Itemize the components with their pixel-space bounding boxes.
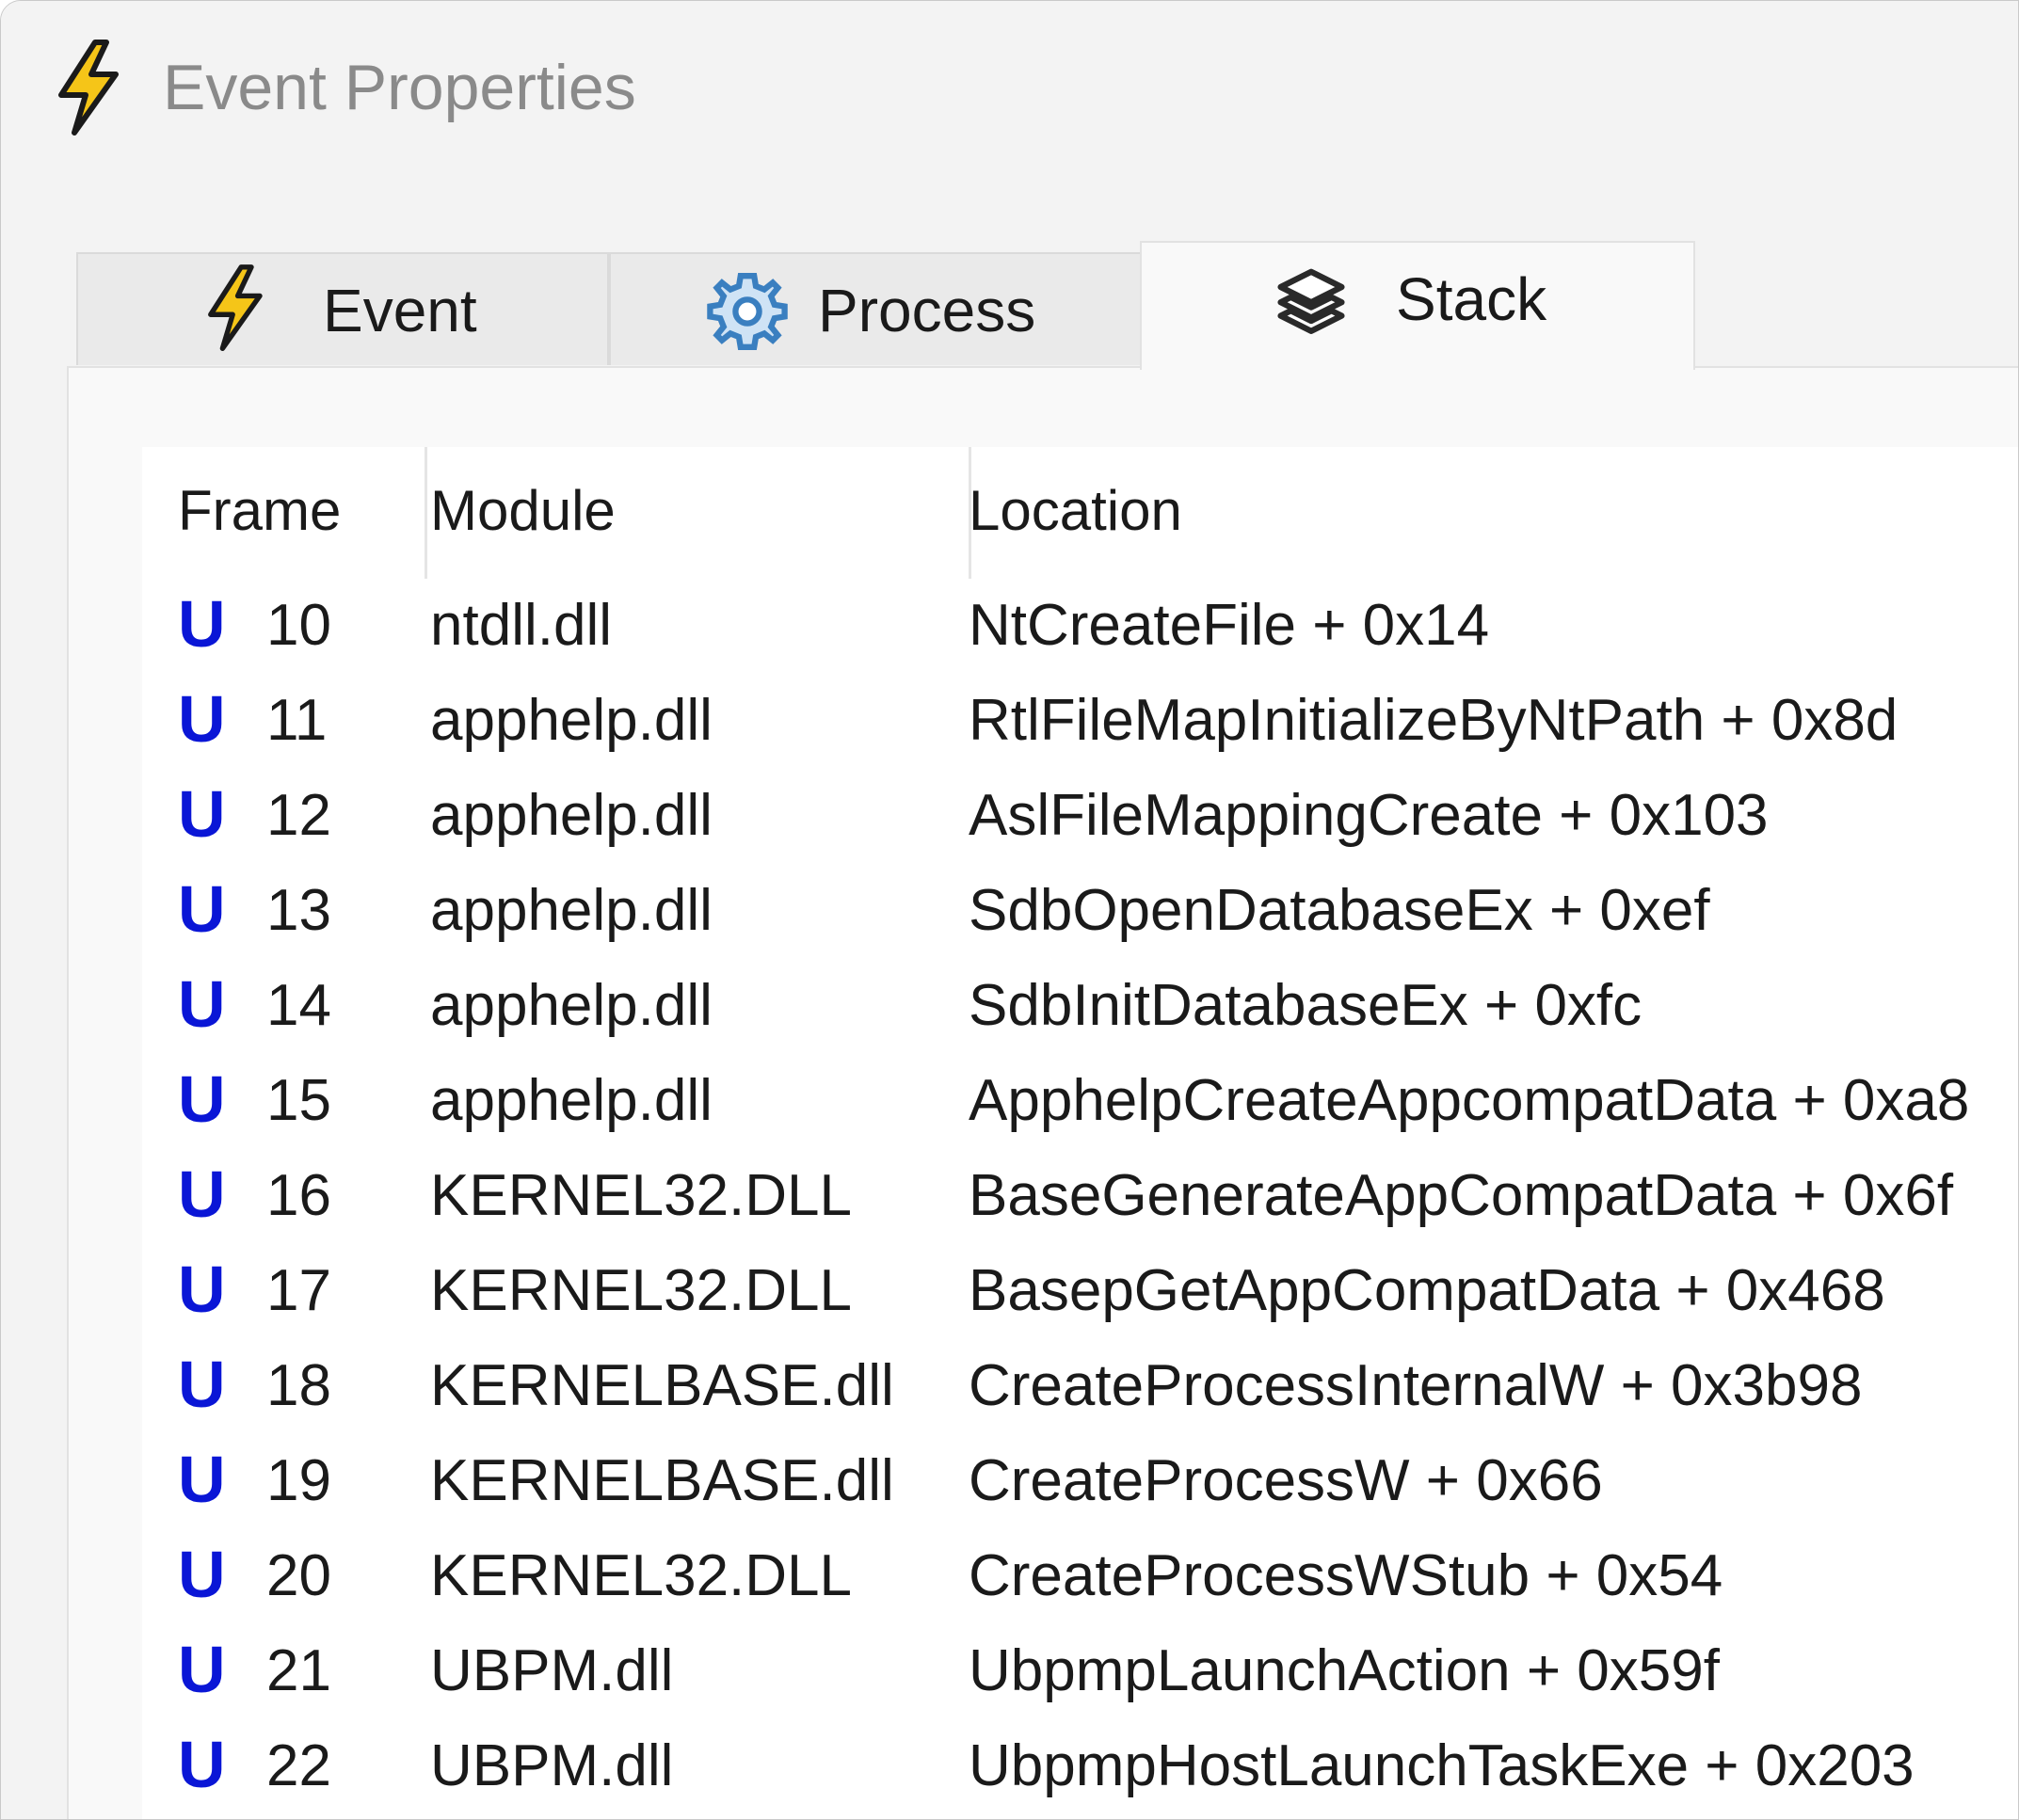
table-row[interactable]: U 19 KERNELBASE.dll CreateProcessW + 0x6…: [142, 1434, 2018, 1529]
column-header-frame[interactable]: Frame: [178, 475, 341, 547]
tab-stack[interactable]: Stack: [1140, 241, 1695, 370]
column-header-location[interactable]: Location: [969, 475, 1182, 547]
frame-number: 17: [266, 1258, 331, 1323]
user-mode-badge: U: [178, 1633, 226, 1706]
frame-number: 20: [266, 1543, 331, 1608]
module-name: KERNEL32.DLL: [430, 1258, 853, 1323]
location-text: BaseGenerateAppCompatData + 0x6f: [969, 1163, 1954, 1228]
module-name: apphelp.dll: [430, 973, 713, 1038]
table-row[interactable]: U 17 KERNEL32.DLL BasepGetAppCompatData …: [142, 1244, 2018, 1339]
module-name: apphelp.dll: [430, 688, 713, 753]
tab-process-label: Process: [818, 277, 1036, 344]
table-row[interactable]: U 12 apphelp.dll AslFileMappingCreate + …: [142, 769, 2018, 864]
event-properties-window: Event Properties Event Process Stack Fra…: [0, 0, 2019, 1820]
frame-number: 19: [266, 1448, 331, 1513]
user-mode-badge: U: [178, 1253, 226, 1326]
location-text: SdbInitDatabaseEx + 0xfc: [969, 973, 1642, 1038]
window-title: Event Properties: [163, 52, 636, 123]
module-name: KERNELBASE.dll: [430, 1448, 894, 1513]
table-row[interactable]: U 14 apphelp.dll SdbInitDatabaseEx + 0xf…: [142, 959, 2018, 1054]
location-text: BasepGetAppCompatData + 0x468: [969, 1258, 1885, 1323]
module-name: KERNEL32.DLL: [430, 1163, 853, 1228]
frame-number: 11: [266, 688, 328, 753]
module-name: KERNELBASE.dll: [430, 1353, 894, 1418]
location-text: CreateProcessInternalW + 0x3b98: [969, 1353, 1863, 1418]
table-row[interactable]: U 16 KERNEL32.DLL BaseGenerateAppCompatD…: [142, 1149, 2018, 1244]
tab-strip: Event Process Stack: [76, 241, 1695, 370]
user-mode-badge: U: [178, 1348, 226, 1421]
tab-event[interactable]: Event: [76, 252, 609, 365]
location-text: CreateProcessWStub + 0x54: [969, 1543, 1723, 1608]
tab-process[interactable]: Process: [609, 252, 1142, 365]
frame-number: 22: [266, 1733, 331, 1798]
frame-number: 10: [266, 593, 331, 658]
user-mode-badge: U: [178, 1157, 226, 1231]
stack-panel: Frame Module Location U 10 ntdll.dll NtC…: [67, 366, 2018, 1819]
location-text: NtCreateFile + 0x14: [969, 593, 1490, 658]
module-name: apphelp.dll: [430, 1068, 713, 1133]
gear-icon: [707, 273, 788, 350]
frame-number: 21: [266, 1638, 331, 1703]
column-header-module[interactable]: Module: [430, 475, 616, 547]
table-row[interactable]: U 15 apphelp.dll ApphelpCreateAppcompatD…: [142, 1054, 2018, 1149]
frame-number: 12: [266, 783, 331, 848]
location-text: ApphelpCreateAppcompatData + 0xa8: [969, 1068, 1970, 1133]
frame-number: 14: [266, 973, 331, 1038]
frame-number: 18: [266, 1353, 331, 1418]
location-text: AslFileMappingCreate + 0x103: [969, 783, 1769, 848]
location-text: UbpmpLaunchAction + 0x59f: [969, 1638, 1720, 1703]
table-row[interactable]: U 11 apphelp.dll RtlFileMapInitializeByN…: [142, 674, 2018, 769]
layers-icon: [1277, 268, 1345, 334]
user-mode-badge: U: [178, 872, 226, 946]
location-text: UbpmpHostLaunchTaskExe + 0x203: [969, 1733, 1915, 1798]
user-mode-badge: U: [178, 777, 226, 851]
table-row[interactable]: U 13 apphelp.dll SdbOpenDatabaseEx + 0xe…: [142, 864, 2018, 959]
user-mode-badge: U: [178, 1062, 226, 1136]
location-text: CreateProcessW + 0x66: [969, 1448, 1603, 1513]
table-row[interactable]: U 22 UBPM.dll UbpmpHostLaunchTaskExe + 0…: [142, 1719, 2018, 1814]
user-mode-badge: U: [178, 967, 226, 1041]
module-name: apphelp.dll: [430, 878, 713, 943]
lightning-icon: [208, 264, 263, 351]
location-text: RtlFileMapInitializeByNtPath + 0x8d: [969, 688, 1899, 753]
location-text: SdbOpenDatabaseEx + 0xef: [969, 878, 1710, 943]
module-name: ntdll.dll: [430, 593, 612, 658]
frame-number: 16: [266, 1163, 331, 1228]
user-mode-badge: U: [178, 1443, 226, 1516]
user-mode-badge: U: [178, 682, 226, 756]
user-mode-badge: U: [178, 587, 226, 661]
column-divider[interactable]: [425, 447, 427, 579]
frame-number: 15: [266, 1068, 331, 1133]
tab-event-label: Event: [323, 277, 477, 344]
module-name: KERNEL32.DLL: [430, 1543, 853, 1608]
module-name: UBPM.dll: [430, 1733, 674, 1798]
list-header: Frame Module Location: [142, 447, 2018, 579]
table-row[interactable]: U 10 ntdll.dll NtCreateFile + 0x14: [142, 579, 2018, 674]
table-row[interactable]: U 18 KERNELBASE.dll CreateProcessInterna…: [142, 1339, 2018, 1434]
module-name: apphelp.dll: [430, 783, 713, 848]
table-row[interactable]: U 21 UBPM.dll UbpmpLaunchAction + 0x59f: [142, 1624, 2018, 1719]
table-row[interactable]: U 20 KERNEL32.DLL CreateProcessWStub + 0…: [142, 1529, 2018, 1624]
module-name: UBPM.dll: [430, 1638, 674, 1703]
tab-stack-label: Stack: [1396, 265, 1547, 333]
lightning-icon: [58, 40, 119, 136]
stack-frames-list[interactable]: Frame Module Location U 10 ntdll.dll NtC…: [142, 447, 2018, 1819]
frame-number: 13: [266, 878, 331, 943]
user-mode-badge: U: [178, 1728, 226, 1801]
user-mode-badge: U: [178, 1538, 226, 1611]
title-bar: Event Properties: [1, 1, 2018, 180]
